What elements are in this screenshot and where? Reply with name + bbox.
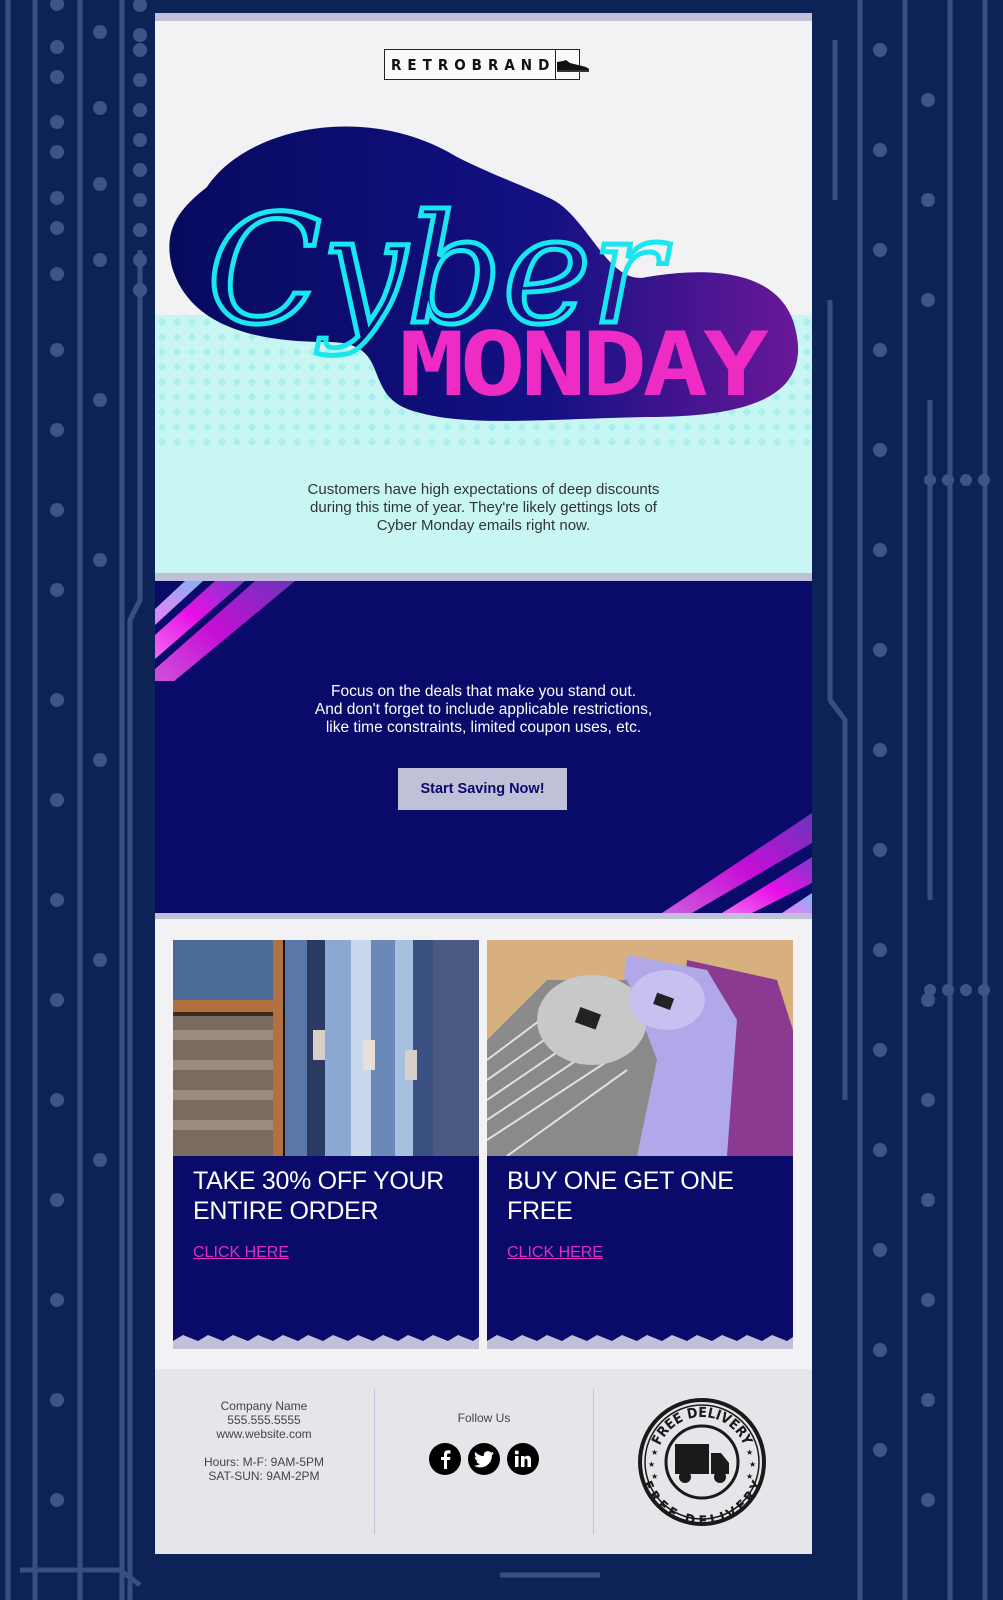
facebook-icon[interactable] bbox=[429, 1443, 461, 1475]
offer-title-line: FREE bbox=[507, 1197, 573, 1225]
svg-text:★: ★ bbox=[648, 1460, 655, 1469]
svg-text:★: ★ bbox=[651, 1448, 658, 1457]
corner-stripes-top-left bbox=[155, 581, 295, 681]
truck-icon bbox=[675, 1444, 729, 1483]
follow-us-label: Follow Us bbox=[457, 1411, 511, 1425]
offer-title: BUY ONE GET ONE FREE bbox=[507, 1166, 777, 1226]
hours-weekday: Hours: M-F: 9AM-5PM bbox=[203, 1455, 324, 1469]
offer-title-line: TAKE 30% OFF YOUR bbox=[193, 1167, 444, 1195]
svg-text:★: ★ bbox=[746, 1448, 753, 1457]
email-container: RETROBRAND Cyber MONDAY Customers have h… bbox=[155, 13, 812, 1554]
click-here-link[interactable]: CLICK HERE bbox=[193, 1244, 289, 1262]
intro-line: during this time of year. They're likely… bbox=[310, 499, 657, 516]
zigzag-border bbox=[173, 1335, 479, 1349]
start-saving-button[interactable]: Start Saving Now! bbox=[398, 768, 567, 810]
offer-title-line: BUY ONE GET ONE bbox=[507, 1167, 734, 1195]
phone-number[interactable]: 555.555.5555 bbox=[175, 1413, 353, 1427]
cyber-monday-headline-graphic: Cyber MONDAY bbox=[169, 126, 799, 421]
jeans-store-photo[interactable] bbox=[173, 940, 479, 1156]
deals-line: Focus on the deals that make you stand o… bbox=[330, 683, 637, 700]
shoe-icon bbox=[555, 50, 590, 79]
folded-shirts-photo[interactable] bbox=[487, 940, 793, 1156]
footer-divider bbox=[593, 1389, 594, 1534]
offer-card-bogo: BUY ONE GET ONE FREE CLICK HERE bbox=[487, 940, 793, 1349]
intro-paragraph: Customers have high expectations of deep… bbox=[255, 481, 712, 535]
free-delivery-badge: FREE DELIVERY FREE DELIVERY ★★★ ★★★ bbox=[638, 1398, 766, 1527]
contact-info: Company Name 555.555.5555 www.website.co… bbox=[175, 1399, 353, 1483]
deals-section: Focus on the deals that make you stand o… bbox=[155, 581, 812, 913]
social-links bbox=[375, 1443, 593, 1475]
brand-logo[interactable]: RETROBRAND bbox=[384, 49, 590, 80]
offer-title-line: ENTIRE ORDER bbox=[193, 1197, 379, 1225]
offer-card-discount: TAKE 30% OFF YOUR ENTIRE ORDER CLICK HER… bbox=[173, 940, 479, 1349]
intro-line: Customers have high expectations of deep… bbox=[307, 481, 660, 498]
brand-logo-text: RETROBRAND bbox=[391, 55, 556, 74]
corner-stripes-bottom-right bbox=[662, 813, 812, 913]
offer-title: TAKE 30% OFF YOUR ENTIRE ORDER bbox=[193, 1166, 463, 1226]
intro-line: Cyber Monday emails right now. bbox=[376, 517, 591, 534]
company-name: Company Name bbox=[220, 1399, 308, 1413]
zigzag-border bbox=[487, 1335, 793, 1349]
website-link[interactable]: www.website.com bbox=[175, 1427, 353, 1441]
svg-text:★: ★ bbox=[746, 1472, 753, 1481]
deals-paragraph: Focus on the deals that make you stand o… bbox=[235, 683, 732, 737]
deals-line: And don't forget to include applicable r… bbox=[314, 701, 653, 718]
monday-block-text: MONDAY bbox=[399, 313, 769, 416]
top-accent-bar bbox=[155, 13, 812, 21]
hours-weekend: SAT-SUN: 9AM-2PM bbox=[208, 1469, 320, 1483]
twitter-icon[interactable] bbox=[468, 1443, 500, 1475]
deals-line: like time constraints, limited coupon us… bbox=[325, 719, 642, 736]
linkedin-icon[interactable] bbox=[507, 1443, 539, 1475]
click-here-link[interactable]: CLICK HERE bbox=[507, 1244, 603, 1262]
footer: Company Name 555.555.5555 www.website.co… bbox=[155, 1369, 812, 1554]
svg-text:★: ★ bbox=[749, 1460, 756, 1469]
section-divider bbox=[155, 913, 812, 919]
section-divider bbox=[155, 573, 812, 581]
svg-text:★: ★ bbox=[651, 1472, 658, 1481]
